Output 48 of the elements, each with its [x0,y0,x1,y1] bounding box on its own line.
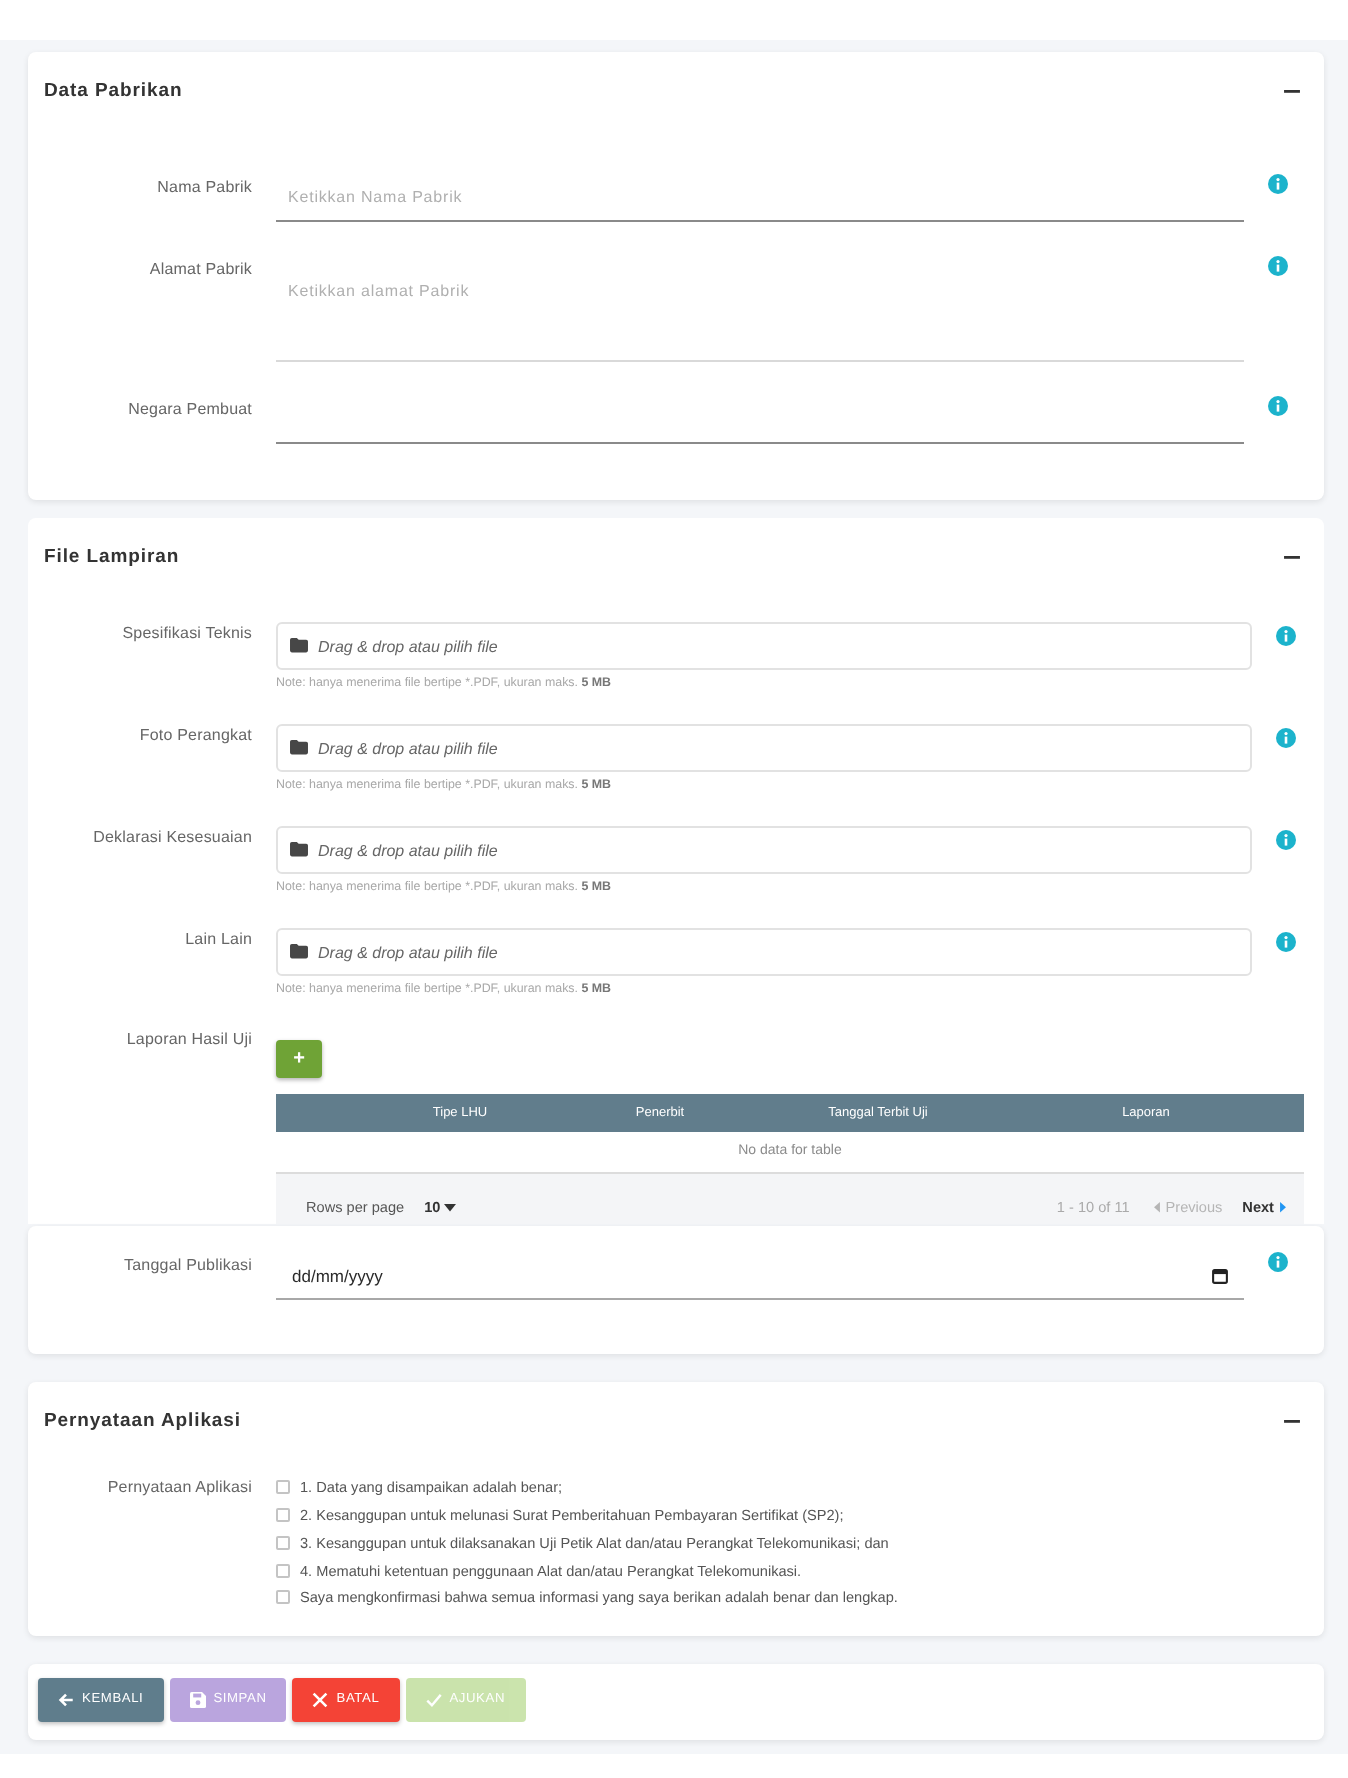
folder-icon [290,740,308,756]
caret-down-icon [444,1204,457,1212]
field-label: Lain Lain [183,928,252,950]
date-input[interactable]: dd/mm/yyyy [292,1261,1200,1289]
checkbox[interactable] [276,1590,290,1605]
section-title: Data Pabrikan [44,80,183,104]
checkbox[interactable] [276,1508,290,1523]
section-title: File Lampiran [44,546,180,570]
info-icon[interactable] [1268,256,1288,276]
check-icon [425,1691,442,1708]
close-icon [312,1691,329,1708]
calendar-icon[interactable] [1212,1267,1228,1283]
field-label: Negara Pembuat [126,398,252,420]
text-input[interactable]: Ketikkan Nama Pabrik [276,170,1244,222]
field-label: Laporan Hasil Uji [124,1030,252,1050]
info-icon[interactable] [1268,396,1288,416]
field-label: Foto Perangkat [137,724,252,746]
folder-icon [290,638,308,654]
field-label: Spesifikasi Teknis [120,622,252,644]
info-icon[interactable] [1276,830,1296,850]
folder-icon [290,842,308,858]
field-label: Tanggal Publikasi [122,1254,252,1276]
file-drop-zone[interactable]: Drag & drop atau pilih file [276,622,1252,670]
folder-icon [290,944,308,960]
field-label: Alamat Pabrik [147,258,252,280]
minus-icon[interactable] [1284,1420,1300,1424]
checkbox[interactable] [276,1480,290,1495]
textarea-input[interactable]: Ketikkan alamat Pabrik [276,252,1244,362]
caret-right-icon [1280,1202,1286,1214]
checkbox[interactable] [276,1535,290,1550]
field-label: Deklarasi Kesesuaian [91,826,252,848]
checkbox[interactable] [276,1563,290,1578]
arrow-left-icon [58,1691,74,1708]
field-label: Nama Pabrik [155,176,252,198]
info-icon[interactable] [1268,1252,1288,1272]
file-drop-zone[interactable]: Drag & drop atau pilih file [276,724,1252,772]
field-label: Pernyataan Aplikasi [105,1476,252,1498]
file-drop-zone[interactable]: Drag & drop atau pilih file [276,826,1252,874]
add-button[interactable]: + [276,1040,322,1078]
info-icon[interactable] [1276,932,1296,952]
file-drop-zone[interactable]: Drag & drop atau pilih file [276,928,1252,976]
info-icon[interactable] [1276,626,1296,646]
minus-icon[interactable] [1284,90,1300,94]
caret-left-icon [1153,1202,1160,1214]
info-icon[interactable] [1276,728,1296,748]
minus-icon[interactable] [1284,556,1300,560]
section-title: Pernyataan Aplikasi [44,1410,241,1434]
info-icon[interactable] [1268,174,1288,194]
